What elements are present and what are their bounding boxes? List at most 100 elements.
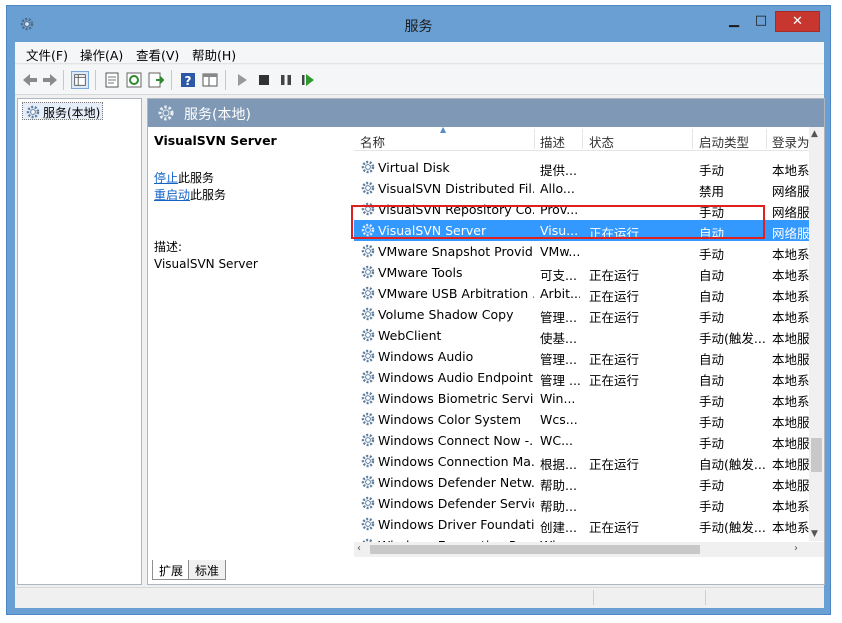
table-row[interactable]: Volume Shadow Copy 管理... 正在运行 手动 本地系: [354, 304, 810, 325]
forward-icon[interactable]: [41, 71, 59, 89]
service-status: 正在运行: [589, 310, 640, 325]
title-bar[interactable]: 服务 ▁ □ ✕: [7, 6, 830, 42]
status-bar: [15, 587, 824, 606]
service-log-on-as: 本地系: [772, 394, 810, 409]
service-description-cell: 创建...: [540, 520, 577, 535]
menu-file[interactable]: 文件(F): [26, 45, 68, 64]
service-startup-type: 手动: [699, 415, 725, 430]
table-row[interactable]: Windows Biometric Servi... Win... 手动 本地系: [354, 388, 810, 409]
service-description-cell: 使基...: [540, 331, 577, 346]
vertical-scrollbar[interactable]: ▲ ▼: [809, 127, 824, 541]
panel-header: 服务(本地): [148, 99, 824, 127]
tab-standard[interactable]: 标准: [188, 560, 227, 580]
restart-service-icon[interactable]: [299, 71, 317, 89]
minimize-button[interactable]: ▁: [722, 11, 746, 32]
service-log-on-as: 本地系: [772, 310, 810, 325]
table-row[interactable]: VMware Tools 可支... 正在运行 自动 本地系: [354, 262, 810, 283]
table-row[interactable]: Windows Color System Wcs... 手动 本地服: [354, 409, 810, 430]
service-startup-type: 手动: [699, 163, 725, 178]
table-row[interactable]: VisualSVN Repository Co... Prov... 手动 网络服: [354, 199, 810, 220]
table-row[interactable]: VisualSVN Distributed Fil... Allo... 禁用 网络服: [354, 178, 810, 199]
service-startup-type: 自动: [699, 352, 725, 367]
service-status: 正在运行: [589, 520, 640, 535]
stop-link-suffix: 此服务: [178, 171, 215, 185]
service-gear-icon: [361, 286, 375, 300]
horizontal-scrollbar[interactable]: ‹ ›: [354, 542, 809, 557]
tab-extended[interactable]: 扩展: [152, 560, 191, 580]
service-gear-icon: [361, 265, 375, 279]
start-service-icon[interactable]: [233, 71, 251, 89]
service-gear-icon: [361, 181, 375, 195]
table-row[interactable]: Virtual Disk 提供... 手动 本地系: [354, 157, 810, 178]
description-label: 描述:: [154, 240, 183, 254]
service-startup-type: 手动: [699, 436, 725, 451]
properties-icon[interactable]: [103, 71, 121, 89]
help-icon[interactable]: ?: [179, 71, 197, 89]
service-log-on-as: 本地服: [772, 457, 810, 472]
view-icon[interactable]: [201, 71, 219, 89]
pause-service-icon[interactable]: [277, 71, 295, 89]
column-header-startup-type[interactable]: 启动类型: [699, 132, 749, 151]
table-row[interactable]: Windows Defender Netw... 帮助... 手动 本地服: [354, 472, 810, 493]
service-description-cell: 管理...: [540, 310, 577, 325]
service-log-on-as: 本地系: [772, 268, 810, 283]
service-gear-icon: [361, 223, 375, 237]
export-list-icon[interactable]: [147, 71, 165, 89]
list-header: ▲ 名称 描述 状态 启动类型 登录为: [354, 127, 812, 151]
extended-description-pane: VisualSVN Server 停止此服务 重启动此服务 描述: Visual…: [148, 127, 354, 557]
menu-view[interactable]: 查看(V): [136, 45, 179, 64]
menu-action[interactable]: 操作(A): [80, 45, 123, 64]
table-row[interactable]: VMware Snapshot Provid... VMw... 手动 本地系: [354, 241, 810, 262]
column-header-description[interactable]: 描述: [540, 132, 565, 151]
column-header-status[interactable]: 状态: [589, 132, 614, 151]
restart-link-suffix: 此服务: [190, 188, 227, 202]
service-startup-type: 手动(触发...: [699, 520, 766, 535]
table-row[interactable]: Windows Audio 管理... 正在运行 自动 本地服: [354, 346, 810, 367]
service-gear-icon: [361, 517, 375, 531]
show-hide-tree-icon[interactable]: [71, 71, 89, 89]
service-description-cell: Wcs...: [540, 412, 578, 427]
service-description-cell: VMw...: [540, 244, 580, 259]
table-row[interactable]: Windows Connection Ma... 根据... 正在运行 自动(触发..…: [354, 451, 810, 472]
horizontal-scroll-thumb[interactable]: [370, 545, 700, 554]
column-header-name[interactable]: 名称: [360, 132, 385, 151]
service-name: VMware USB Arbitration ...: [378, 286, 534, 301]
table-row[interactable]: Windows Driver Foundati... 创建... 正在运行 手动(触发…: [354, 514, 810, 535]
service-gear-icon: [361, 244, 375, 258]
column-header-log-on-as[interactable]: 登录为: [772, 132, 812, 151]
menu-help[interactable]: 帮助(H): [192, 45, 236, 64]
scroll-left-icon[interactable]: ‹: [357, 543, 361, 554]
vertical-scroll-thumb[interactable]: [811, 438, 822, 472]
services-panel: 服务(本地) VisualSVN Server 停止此服务 重启动此服务 描述:…: [147, 98, 825, 585]
maximize-button[interactable]: □: [749, 11, 773, 32]
table-row[interactable]: VMware USB Arbitration ... Arbit... 正在运行 自动…: [354, 283, 810, 304]
service-description-cell: 可支...: [540, 268, 577, 283]
stop-service-icon[interactable]: [255, 71, 273, 89]
close-button[interactable]: ✕: [775, 11, 820, 32]
scroll-down-icon[interactable]: ▼: [811, 529, 818, 539]
service-name: WebClient: [378, 328, 442, 343]
stop-service-link[interactable]: 停止: [154, 171, 178, 185]
refresh-icon[interactable]: [125, 71, 143, 89]
table-row[interactable]: WebClient 使基... 手动(触发... 本地服: [354, 325, 810, 346]
tree-item-services-local[interactable]: 服务(本地): [22, 102, 104, 120]
service-name: VisualSVN Distributed Fil...: [378, 181, 534, 196]
service-name: VMware Snapshot Provid...: [378, 244, 534, 259]
service-name: Windows Defender Service: [378, 496, 534, 511]
scroll-up-icon[interactable]: ▲: [811, 129, 818, 139]
back-icon[interactable]: [21, 71, 39, 89]
service-name: Windows Driver Foundati...: [378, 517, 534, 532]
service-name: VMware Tools: [378, 265, 463, 280]
restart-service-link[interactable]: 重启动: [154, 188, 190, 202]
table-row[interactable]: VisualSVN Server Visu... 正在运行 自动 网络服: [354, 220, 810, 241]
service-description-cell: Prov...: [540, 202, 579, 217]
service-gear-icon: [361, 412, 375, 426]
table-row[interactable]: Windows Defender Service 帮助... 手动 本地系: [354, 493, 810, 514]
table-row[interactable]: Windows Audio Endpoint... 管理 ... 正在运行 自动 本地系: [354, 367, 810, 388]
service-startup-type: 禁用: [699, 184, 725, 199]
scroll-right-icon[interactable]: ›: [794, 543, 798, 554]
service-status: 正在运行: [589, 268, 640, 283]
menu-bar: 文件(F) 操作(A) 查看(V) 帮助(H): [15, 42, 824, 64]
table-row[interactable]: Windows Connect Now -... WC... 手动 本地服: [354, 430, 810, 451]
services-gear-icon: [26, 105, 40, 119]
